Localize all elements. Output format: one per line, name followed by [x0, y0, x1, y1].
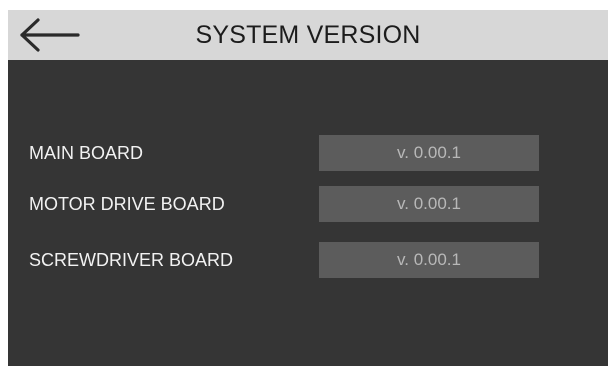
system-version-screen: SYSTEM VERSION MAIN BOARD v. 0.00.1 MOTO… [8, 10, 608, 366]
back-button[interactable] [16, 14, 86, 56]
screwdriver-board-version-field: v. 0.00.1 [319, 242, 539, 278]
screwdriver-board-label: SCREWDRIVER BOARD [29, 250, 234, 270]
main-board-version-field: v. 0.00.1 [319, 135, 539, 171]
motor-drive-board-version-field: v. 0.00.1 [319, 186, 539, 222]
header-bar: SYSTEM VERSION [8, 10, 608, 60]
page-title: SYSTEM VERSION [195, 21, 421, 49]
main-board-label: MAIN BOARD [29, 143, 144, 163]
motor-drive-board-label: MOTOR DRIVE BOARD [29, 194, 225, 214]
back-arrow-icon [20, 18, 80, 52]
